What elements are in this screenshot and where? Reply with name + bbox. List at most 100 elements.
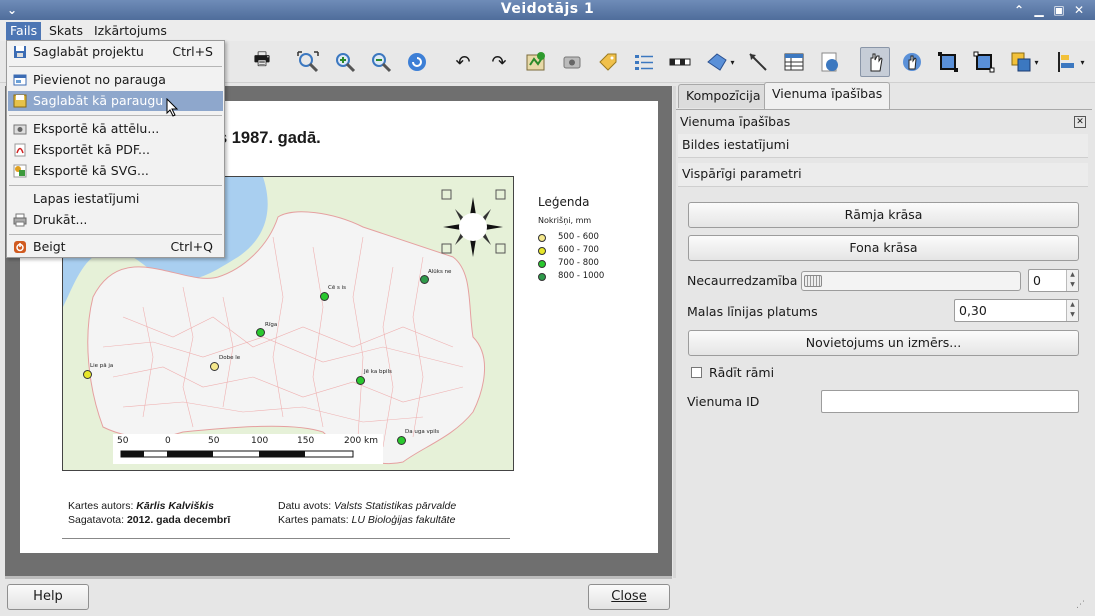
dock-close-icon[interactable]: ✕ bbox=[1074, 116, 1086, 128]
show-frame-checkbox[interactable] bbox=[691, 367, 702, 378]
resize-grip-icon[interactable]: ⋰ bbox=[1076, 600, 1090, 612]
save-icon bbox=[13, 45, 27, 59]
item-id-field[interactable] bbox=[821, 390, 1079, 413]
menu-export-pdf[interactable]: Eksportēt kā PDF... bbox=[8, 140, 223, 160]
shade-icon[interactable]: ⌃ bbox=[1011, 2, 1027, 18]
city-label: Lie pā ja bbox=[90, 363, 114, 369]
window-title: Veidotājs 1 bbox=[500, 1, 595, 17]
menu-page-setup[interactable]: Lapas iestatījumi bbox=[8, 189, 223, 209]
scalebar-label: 100 bbox=[251, 436, 269, 446]
zoom-out-icon[interactable] bbox=[366, 47, 396, 77]
city-marker bbox=[210, 362, 219, 371]
maximize-icon[interactable]: ▣ bbox=[1051, 2, 1067, 18]
help-button[interactable]: Help bbox=[7, 584, 89, 610]
menu-add-from-template[interactable]: Pievienot no parauga bbox=[8, 70, 223, 90]
city-marker bbox=[320, 292, 329, 301]
section-general-options[interactable]: Vispārīgi parametri bbox=[678, 163, 1088, 187]
quit-icon bbox=[13, 240, 27, 254]
menu-print[interactable]: Drukāt... bbox=[8, 210, 223, 230]
opacity-spinbox[interactable]: 0 ▲ ▼ bbox=[1028, 269, 1079, 292]
scalebar-label: 150 bbox=[297, 436, 315, 446]
add-shape-icon[interactable]: ▾ bbox=[702, 47, 738, 77]
align-icon[interactable]: ▾ bbox=[1052, 47, 1088, 77]
menu-layout[interactable]: Izkārtojums bbox=[90, 22, 171, 40]
section-image-settings[interactable]: Bildes iestatījumi bbox=[678, 134, 1088, 158]
outline-width-spinbox[interactable]: 0,30 ▲ ▼ bbox=[954, 299, 1079, 322]
city-label: Rīga bbox=[265, 322, 278, 328]
tab-item-properties[interactable]: Vienuma īpašības bbox=[764, 82, 891, 109]
redo-icon[interactable]: ↷ bbox=[484, 47, 514, 77]
undo-icon[interactable]: ↶ bbox=[448, 47, 478, 77]
add-arrow-icon[interactable] bbox=[743, 47, 773, 77]
scalebar-label: 50 bbox=[208, 436, 220, 446]
file-menu-dropdown: Saglabāt projektu Ctrl+S Pievienot no par… bbox=[6, 40, 225, 258]
outline-width-label: Malas līnijas platums bbox=[687, 304, 818, 319]
credit-author: Kartes autors: Kārlis Kalviškis bbox=[68, 500, 214, 512]
opacity-label: Necaurredzamība bbox=[687, 273, 798, 288]
scalebar-label: 50 bbox=[117, 436, 129, 446]
menu-separator bbox=[9, 234, 222, 235]
menubar: Fails Skats Izkārtojums bbox=[0, 20, 1095, 41]
raise-icon[interactable]: ▾ bbox=[1006, 47, 1042, 77]
window-titlebar[interactable]: ⌄ Veidotājs 1 ⌃ ▁ ▣ ✕ bbox=[0, 0, 1095, 20]
zoom-full-icon[interactable] bbox=[293, 47, 323, 77]
mouse-cursor-icon bbox=[166, 97, 180, 121]
menu-file[interactable]: Fails bbox=[6, 22, 42, 40]
print-icon[interactable]: 🖶 bbox=[247, 47, 277, 77]
credit-base: Kartes pamats: LU Bioloģijas fakultāte bbox=[278, 514, 456, 526]
add-image-icon[interactable] bbox=[557, 47, 587, 77]
city-marker bbox=[397, 436, 406, 445]
ungroup-icon[interactable] bbox=[969, 47, 999, 77]
city-label: Alūks ne bbox=[428, 269, 452, 275]
menu-view[interactable]: Skats bbox=[45, 22, 87, 40]
show-frame-label: Rādīt rāmi bbox=[709, 365, 775, 380]
zoom-in-icon[interactable] bbox=[330, 47, 360, 77]
add-html-icon[interactable] bbox=[815, 47, 845, 77]
scalebar-label: 200 km bbox=[344, 436, 379, 446]
menu-export-image[interactable]: Eksportē kā attēlu... bbox=[8, 119, 223, 139]
menu-save-project[interactable]: Saglabāt projektu Ctrl+S bbox=[8, 42, 223, 62]
add-scalebar-icon[interactable] bbox=[665, 47, 695, 77]
move-content-icon[interactable] bbox=[897, 47, 927, 77]
select-move-icon[interactable] bbox=[860, 47, 890, 77]
save-as-template-icon bbox=[13, 94, 27, 108]
spin-arrows-icon[interactable]: ▲ ▼ bbox=[1066, 270, 1078, 291]
canvas-scrollbar[interactable] bbox=[5, 576, 672, 579]
frame-color-button[interactable]: Rāmja krāsa bbox=[688, 202, 1079, 228]
map-title: s 1987. gadā. bbox=[218, 129, 321, 147]
print-icon bbox=[13, 213, 27, 227]
scalebar-label: 0 bbox=[165, 436, 171, 446]
city-label: Jē ka bpils bbox=[364, 369, 392, 375]
tab-composition[interactable]: Kompozīcija bbox=[678, 84, 769, 108]
opacity-slider[interactable] bbox=[801, 271, 1021, 291]
footer-divider bbox=[62, 538, 510, 539]
dock-title: Vienuma īpašības bbox=[680, 114, 791, 129]
position-size-button[interactable]: Novietojums un izmērs... bbox=[688, 330, 1079, 356]
refresh-icon[interactable] bbox=[402, 47, 432, 77]
menu-separator bbox=[9, 115, 222, 116]
city-marker bbox=[256, 328, 265, 337]
legend-list: 500 - 600 600 - 700 700 - 800 800 - 1000 bbox=[538, 232, 658, 292]
add-table-icon[interactable] bbox=[779, 47, 809, 77]
menu-separator bbox=[9, 185, 222, 186]
close-window-icon[interactable]: ✕ bbox=[1071, 2, 1087, 18]
tab-divider bbox=[676, 109, 1092, 110]
city-label: Cē s is bbox=[328, 285, 346, 291]
spin-arrows-icon[interactable]: ▲ ▼ bbox=[1066, 300, 1078, 321]
add-label-icon[interactable] bbox=[593, 47, 623, 77]
export-image-icon bbox=[13, 122, 27, 136]
menu-export-svg[interactable]: Eksportē kā SVG... bbox=[8, 161, 223, 181]
minimize-icon[interactable]: ▁ bbox=[1031, 2, 1047, 18]
item-properties-panel: Kompozīcija Vienuma īpašības Vienuma īpa… bbox=[676, 82, 1092, 580]
background-color-button[interactable]: Fona krāsa bbox=[688, 235, 1079, 261]
group-icon[interactable] bbox=[933, 47, 963, 77]
pdf-icon bbox=[13, 143, 27, 157]
add-map-icon[interactable] bbox=[521, 47, 551, 77]
credit-prepared: Sagatavota: 2012. gada decembrī bbox=[68, 514, 231, 526]
menu-quit[interactable]: Beigt Ctrl+Q bbox=[8, 237, 223, 257]
legend-subtitle: Nokrišņi, mm bbox=[538, 216, 592, 225]
close-button[interactable]: Close bbox=[588, 584, 670, 610]
menu-save-as-template[interactable]: Saglabāt kā paraugu bbox=[8, 91, 223, 111]
add-legend-icon[interactable] bbox=[629, 47, 659, 77]
opacity-slider-handle[interactable] bbox=[804, 275, 822, 287]
